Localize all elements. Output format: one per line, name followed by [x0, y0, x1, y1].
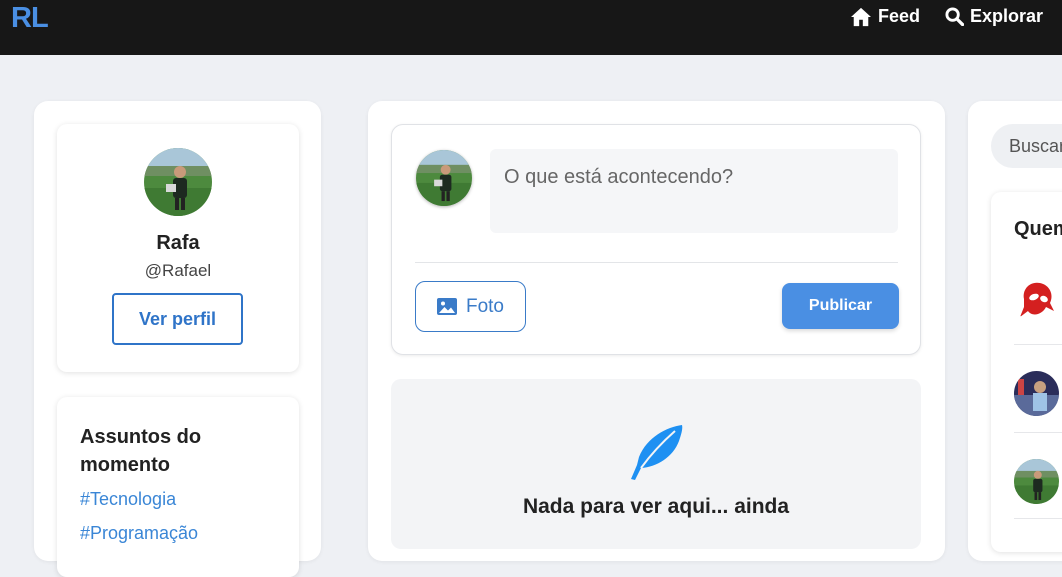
row-divider — [1014, 344, 1062, 345]
suggested-user-avatar[interactable] — [1014, 277, 1060, 323]
logo[interactable]: RL — [11, 2, 49, 35]
post-input[interactable]: O que está acontecendo? — [490, 149, 898, 233]
trend-item[interactable]: #Programação — [80, 523, 198, 544]
feather-icon — [631, 425, 683, 480]
home-icon — [851, 7, 871, 26]
image-icon — [436, 298, 457, 315]
empty-feed: Nada para ver aqui... ainda — [391, 379, 921, 549]
suggested-user-avatar[interactable] — [1014, 371, 1059, 416]
post-composer: O que está acontecendo? Foto Publicar — [391, 124, 921, 355]
row-divider — [1014, 518, 1062, 519]
photo-button-label: Foto — [465, 295, 505, 317]
profile-card: Rafa @Rafael Ver perfil — [57, 124, 299, 372]
photo-button[interactable]: Foto — [415, 281, 526, 332]
trends-title: Assuntos do momento — [80, 426, 202, 476]
row-divider — [1014, 432, 1062, 433]
search-icon — [945, 7, 964, 26]
search-input[interactable]: Buscar — [991, 124, 1062, 168]
profile-avatar[interactable] — [144, 148, 212, 216]
trend-item[interactable]: #Tecnologia — [80, 489, 176, 510]
composer-divider — [415, 262, 898, 263]
top-bar: RL Feed Explorar — [0, 0, 1062, 55]
empty-feed-title: Nada para ver aqui... ainda — [522, 495, 790, 518]
profile-name: Rafa — [156, 232, 200, 254]
publish-button[interactable]: Publicar — [782, 283, 899, 329]
profile-handle: @Rafael — [144, 261, 212, 280]
nav-feed-label: Feed — [878, 6, 921, 26]
who-to-follow-title: Quem — [1014, 218, 1062, 240]
nav-explorar[interactable]: Explorar — [945, 6, 1043, 27]
view-profile-button[interactable]: Ver perfil — [112, 293, 243, 345]
left-sidebar: Rafa @Rafael Ver perfil Assuntos do mome… — [34, 101, 321, 577]
suggested-user-avatar[interactable] — [1014, 459, 1059, 504]
nav-explorar-label: Explorar — [970, 6, 1044, 26]
trends-card: Assuntos do momento #Tecnologia #Program… — [57, 397, 299, 577]
nav-feed[interactable]: Feed — [850, 6, 920, 27]
composer-avatar — [416, 150, 472, 206]
